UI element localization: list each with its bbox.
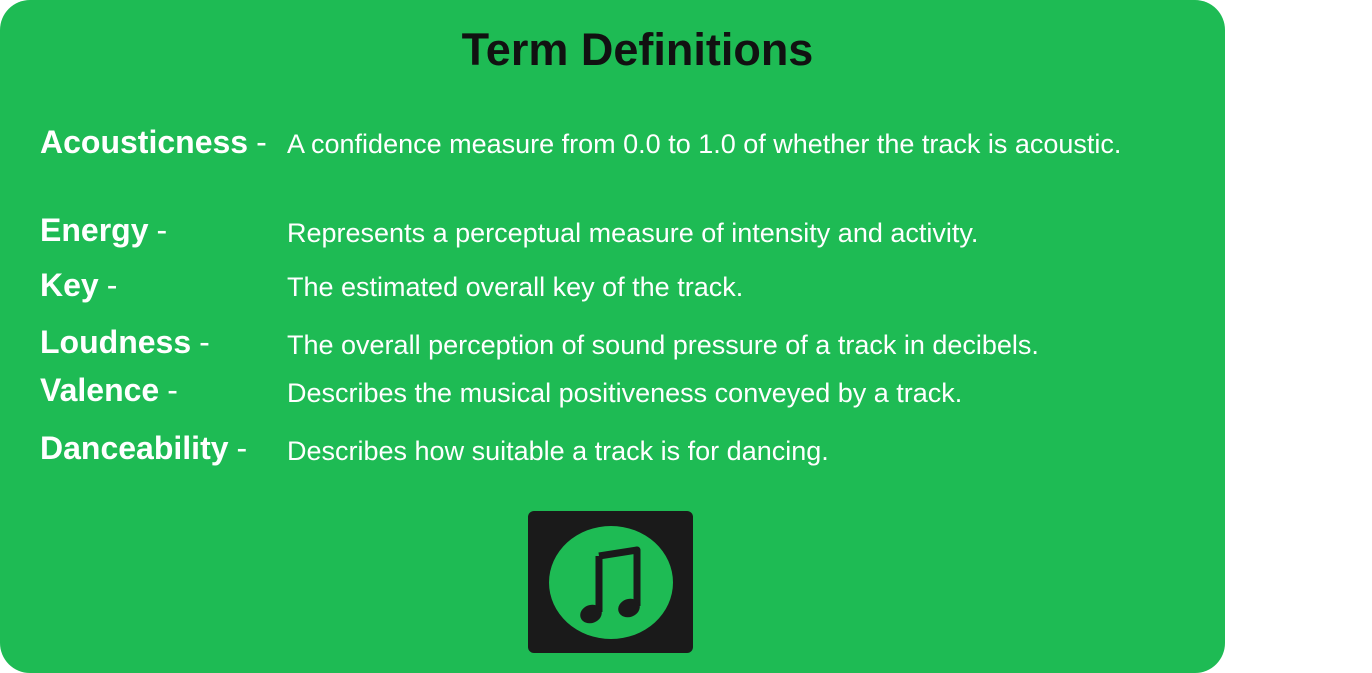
term-energy: Energy - xyxy=(40,212,167,249)
term-label: Energy xyxy=(40,212,149,248)
term-dash: - xyxy=(156,212,168,248)
definition-key: The estimated overall key of the track. xyxy=(287,272,744,302)
term-label: Danceability xyxy=(40,430,229,466)
definition-energy: Represents a perceptual measure of inten… xyxy=(287,218,979,248)
term-dash: - xyxy=(167,372,178,408)
logo-circle xyxy=(549,526,673,639)
music-note-icon xyxy=(580,546,641,624)
definition-loudness: The overall perception of sound pressure… xyxy=(287,330,1039,360)
term-loudness: Loudness - xyxy=(40,324,210,361)
definition-valence: Describes the musical positiveness conve… xyxy=(287,378,963,408)
term-dash: - xyxy=(199,324,210,360)
music-logo xyxy=(528,511,693,653)
term-dash: - xyxy=(106,267,118,303)
term-label: Key xyxy=(40,267,99,303)
definition-acousticness: A confidence measure from 0.0 to 1.0 of … xyxy=(287,129,1122,159)
definitions-card: Term Definitions Acousticness - A confide… xyxy=(0,0,1225,673)
term-acousticness: Acousticness - xyxy=(40,124,267,161)
term-dash: - xyxy=(236,430,248,466)
definition-danceability: Describes how suitable a track is for da… xyxy=(287,436,829,466)
term-label: Loudness xyxy=(40,324,192,360)
term-label: Acousticness xyxy=(40,124,249,160)
term-label: Valence xyxy=(40,372,160,408)
page-title: Term Definitions xyxy=(461,24,814,75)
term-key: Key - xyxy=(40,267,117,304)
term-dash: - xyxy=(256,124,267,160)
term-danceability: Danceability - xyxy=(40,430,247,467)
term-valence: Valence - xyxy=(40,372,178,409)
